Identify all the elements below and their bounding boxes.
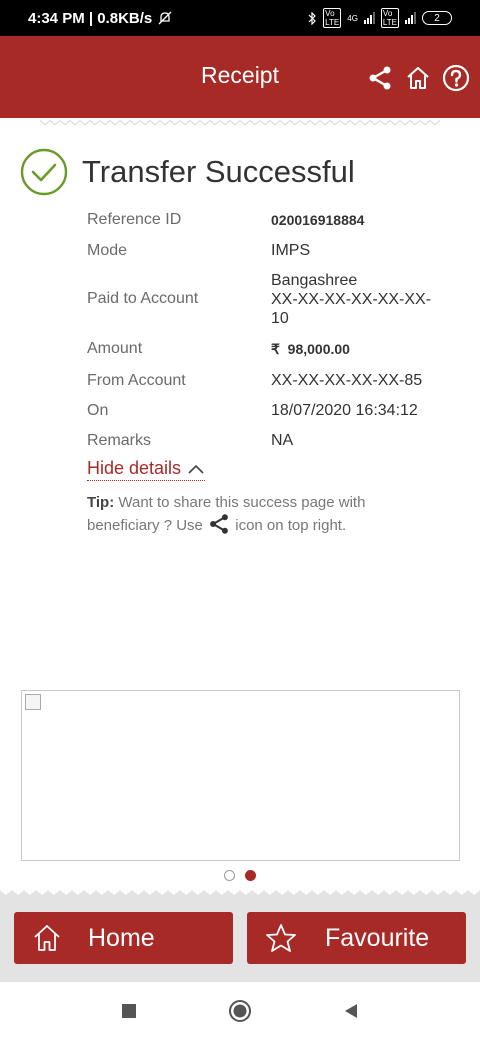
detail-value: 18/07/2020 16:34:12 xyxy=(271,402,418,419)
broken-image-icon xyxy=(25,694,41,710)
detail-label: On xyxy=(87,402,109,419)
chevron-up-icon xyxy=(188,464,204,474)
detail-label: Paid to Account xyxy=(87,290,199,307)
bluetooth-icon xyxy=(308,11,317,25)
favourite-button[interactable]: Favourite xyxy=(247,912,466,964)
mute-bell-icon xyxy=(158,11,172,25)
receipt-edge-top xyxy=(39,118,441,128)
network-type: 4G xyxy=(347,13,358,23)
signal-icon xyxy=(363,12,375,24)
home-outline-icon xyxy=(32,923,62,953)
back-icon[interactable] xyxy=(342,1002,360,1020)
hide-details-label: Hide details xyxy=(87,458,182,478)
recents-icon[interactable] xyxy=(120,1002,138,1020)
detail-value: ₹ 98,000.00 xyxy=(271,340,350,357)
detail-value: Bangashree XX-XX-XX-XX-XX-XX- 10 xyxy=(271,271,432,327)
status-right: Vo LTE 4G Vo LTE 2 xyxy=(308,8,452,28)
detail-label: Remarks xyxy=(87,432,152,449)
favourite-button-label: Favourite xyxy=(325,923,430,952)
home-icon[interactable] xyxy=(404,64,432,92)
app-bar: Receipt xyxy=(0,36,480,118)
detail-row-remarks: Remarks NA xyxy=(87,426,447,456)
status-left: 4:34 PM | 0.8KB/s xyxy=(28,10,172,27)
detail-row-mode: Mode IMPS xyxy=(87,236,447,266)
detail-value: NA xyxy=(271,432,294,449)
home-nav-icon[interactable] xyxy=(228,999,252,1023)
receipt-details: Reference ID 020016918884 Mode IMPS Paid… xyxy=(87,206,447,456)
detail-row-paid-to: Paid to Account Bangashree XX-XX-XX-XX-X… xyxy=(87,266,447,332)
home-button-label: Home xyxy=(88,923,155,952)
bottom-actions: Home Favourite xyxy=(0,896,480,982)
detail-value: 020016918884 xyxy=(271,212,365,228)
detail-label: Mode xyxy=(87,242,128,259)
detail-row-reference: Reference ID 020016918884 xyxy=(87,206,447,234)
tip-label: Tip: xyxy=(87,494,115,511)
volte-icon-2: Vo LTE xyxy=(380,8,399,28)
tip-text: Tip: Want to share this success page wit… xyxy=(87,493,417,536)
status-bar: 4:34 PM | 0.8KB/s Vo LTE 4G Vo LTE 2 xyxy=(0,0,480,36)
home-button[interactable]: Home xyxy=(14,912,233,964)
detail-row-amount: Amount ₹ 98,000.00 xyxy=(87,332,447,366)
detail-label: Amount xyxy=(87,340,143,357)
volte-icon: Vo LTE xyxy=(323,8,342,28)
detail-value: IMPS xyxy=(271,242,311,259)
battery-level: 2 xyxy=(434,12,440,24)
system-nav-bar xyxy=(0,982,480,1040)
detail-label: From Account xyxy=(87,372,186,389)
hide-details-link[interactable]: Hide details xyxy=(87,458,206,481)
detail-label: Reference ID xyxy=(87,211,182,228)
star-outline-icon xyxy=(265,923,297,953)
share-icon-inline xyxy=(210,514,228,534)
status-time: 4:34 PM | 0.8KB/s xyxy=(28,9,153,27)
detail-row-on: On 18/07/2020 16:34:12 xyxy=(87,396,447,426)
promo-banner[interactable] xyxy=(21,690,460,861)
header-actions xyxy=(366,64,470,92)
carousel-dot-active[interactable] xyxy=(245,870,256,881)
share-icon[interactable] xyxy=(366,64,394,92)
check-circle-icon xyxy=(20,148,68,196)
tip-text-part2: icon on top right. xyxy=(231,517,347,534)
detail-value: XX-XX-XX-XX-XX-85 xyxy=(271,372,423,389)
help-icon[interactable] xyxy=(442,64,470,92)
carousel-dots xyxy=(224,870,256,881)
carousel-dot[interactable] xyxy=(224,870,235,881)
detail-row-from: From Account XX-XX-XX-XX-XX-85 xyxy=(87,366,447,396)
success-header: Transfer Successful xyxy=(20,148,355,196)
signal-icon-2 xyxy=(405,12,416,24)
battery-icon: 2 xyxy=(422,11,452,25)
status-title: Transfer Successful xyxy=(82,154,355,189)
